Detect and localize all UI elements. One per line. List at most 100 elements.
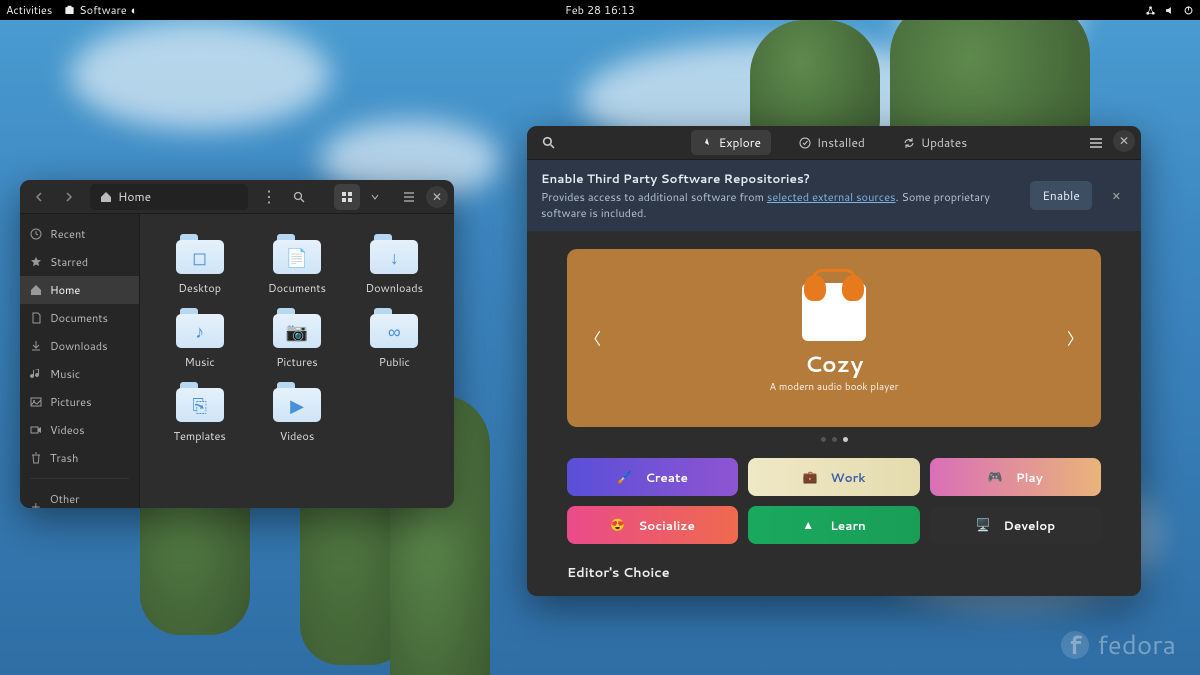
category-learn[interactable]: ▲ Learn xyxy=(748,506,919,544)
current-app-menu[interactable]: Software ◐ xyxy=(64,2,137,18)
icon-view-button[interactable] xyxy=(334,184,360,210)
category-label: Develop xyxy=(1003,517,1055,534)
nautilus-content[interactable]: ◻ Desktop 📄 Documents ↓Downloads ♪Music📷Pictu… xyxy=(140,214,454,508)
sidebar-item-downloads[interactable]: Downloads xyxy=(20,332,139,360)
folder-label: Public xyxy=(379,354,410,370)
trash-icon xyxy=(30,452,42,464)
carousel-next-button[interactable]: 〉 xyxy=(1059,318,1091,359)
picture-icon xyxy=(30,396,42,408)
sidebar-item-label: Trash xyxy=(50,450,78,466)
category-play[interactable]: 🎮Play xyxy=(930,458,1101,496)
software-close-button[interactable]: ✕ xyxy=(1113,130,1135,152)
path-menu-button[interactable]: ⋮ xyxy=(256,184,282,210)
folder-label: Music xyxy=(185,354,215,370)
category-create[interactable]: 🖌️Create xyxy=(567,458,738,496)
doc-icon xyxy=(30,312,42,324)
category-icon: 🖥️ xyxy=(975,516,993,534)
category-label: Learn xyxy=(830,517,866,534)
folder-templates[interactable]: ⎘ Templates xyxy=(156,382,243,444)
carousel-prev-button[interactable]: 〈 xyxy=(577,318,609,359)
folder-icon: ▶ xyxy=(273,382,321,422)
back-button[interactable] xyxy=(26,184,52,210)
sidebar-item-label: Starred xyxy=(50,254,88,270)
sidebar-item-starred[interactable]: Starred xyxy=(20,248,139,276)
category-icon: 🖌️ xyxy=(617,468,635,486)
folder-downloads[interactable]: ↓Downloads xyxy=(351,234,438,296)
sidebar-item-trash[interactable]: Trash xyxy=(20,444,139,472)
path-bar[interactable]: Home xyxy=(90,184,248,210)
check-icon xyxy=(799,137,811,149)
close-button[interactable]: ✕ xyxy=(426,186,448,208)
folder-pictures[interactable]: 📷Pictures xyxy=(253,308,340,370)
folder-icon: ◻ xyxy=(176,234,224,274)
sidebar-item-home[interactable]: Home xyxy=(20,276,139,304)
banner-link[interactable]: selected external sources xyxy=(767,189,896,205)
folder-videos[interactable]: ▶ Videos xyxy=(253,382,340,444)
network-icon[interactable] xyxy=(1145,5,1156,16)
folder-icon: ↓ xyxy=(370,234,418,274)
sidebar-item-other-locations[interactable]: Other Locations xyxy=(20,485,139,508)
nav-updates[interactable]: Updates xyxy=(893,130,977,155)
folder-icon: 📷 xyxy=(273,308,321,348)
power-icon[interactable] xyxy=(1183,5,1194,16)
activities-button[interactable]: Activities xyxy=(6,2,52,18)
folder-label: Documents xyxy=(268,280,326,296)
category-work[interactable]: 💼Work xyxy=(748,458,919,496)
refresh-icon xyxy=(903,137,915,149)
star-icon xyxy=(30,256,42,268)
view-switcher xyxy=(334,184,388,210)
music-icon xyxy=(30,368,42,380)
volume-icon[interactable] xyxy=(1164,5,1175,16)
featured-app-name: Cozy xyxy=(805,349,864,380)
editors-choice-heading: Editor's Choice xyxy=(567,564,1101,582)
folder-desktop[interactable]: ◻ Desktop xyxy=(156,234,243,296)
nav-explore[interactable]: Explore xyxy=(691,130,771,155)
sidebar-item-documents[interactable]: Documents xyxy=(20,304,139,332)
forward-button[interactable] xyxy=(56,184,82,210)
fedora-watermark: ffedora xyxy=(1061,627,1176,663)
folder-icon: ⎘ xyxy=(176,382,224,422)
hamburger-button[interactable] xyxy=(396,184,422,210)
featured-carousel[interactable]: 〈 〉 Cozy A modern audio book player xyxy=(567,249,1101,427)
sidebar-item-label: Documents xyxy=(50,310,108,326)
folder-label: Desktop xyxy=(178,280,221,296)
compass-icon xyxy=(701,137,713,149)
download-icon xyxy=(30,340,42,352)
nautilus-headerbar: Home ⋮ ✕ xyxy=(20,180,454,214)
category-icon: 💼 xyxy=(803,468,821,486)
sidebar-item-pictures[interactable]: Pictures xyxy=(20,388,139,416)
sidebar-item-label: Home xyxy=(50,282,80,298)
sidebar-item-label: Other Locations xyxy=(50,491,129,508)
folder-music[interactable]: ♪Music xyxy=(156,308,243,370)
folder-public[interactable]: ∞Public xyxy=(351,308,438,370)
nautilus-sidebar: Recent Starred Home Documents Downloads Music… xyxy=(20,214,140,508)
folder-documents[interactable]: 📄 Documents xyxy=(253,234,340,296)
nav-installed[interactable]: Installed xyxy=(789,130,875,155)
search-button[interactable] xyxy=(286,184,312,210)
gnome-topbar: Activities Software ◐ Feb 28 16:13 xyxy=(0,0,1200,20)
folder-label: Videos xyxy=(280,428,315,444)
third-party-banner: Enable Third Party Software Repositories… xyxy=(527,160,1141,231)
category-develop[interactable]: 🖥️ Develop xyxy=(930,506,1101,544)
sidebar-item-videos[interactable]: Videos xyxy=(20,416,139,444)
clock[interactable]: Feb 28 16:13 xyxy=(565,2,635,18)
banner-close-button[interactable]: ✕ xyxy=(1106,184,1127,208)
software-search-button[interactable] xyxy=(535,130,561,156)
enable-button[interactable]: Enable xyxy=(1030,181,1091,210)
folder-label: Templates xyxy=(173,428,225,444)
sidebar-item-music[interactable]: Music xyxy=(20,360,139,388)
category-icon: 🎮 xyxy=(988,468,1006,486)
view-options-button[interactable] xyxy=(362,184,388,210)
category-grid: 🖌️Create 💼Work 🎮Play 😍Socialize ▲ Learn 🖥️ Deve… xyxy=(567,458,1101,544)
category-icon: ▲ xyxy=(802,516,820,534)
banner-title: Enable Third Party Software Repositories… xyxy=(541,170,1016,187)
video-icon xyxy=(30,424,42,436)
category-socialize[interactable]: 😍Socialize xyxy=(567,506,738,544)
sidebar-item-label: Downloads xyxy=(50,338,108,354)
featured-app-icon xyxy=(802,283,866,341)
folder-icon: 📄 xyxy=(273,234,321,274)
path-label: Home xyxy=(118,188,151,205)
software-hamburger-button[interactable] xyxy=(1083,130,1109,156)
sidebar-item-recent[interactable]: Recent xyxy=(20,220,139,248)
night-light-icon: ◐ xyxy=(131,2,138,18)
